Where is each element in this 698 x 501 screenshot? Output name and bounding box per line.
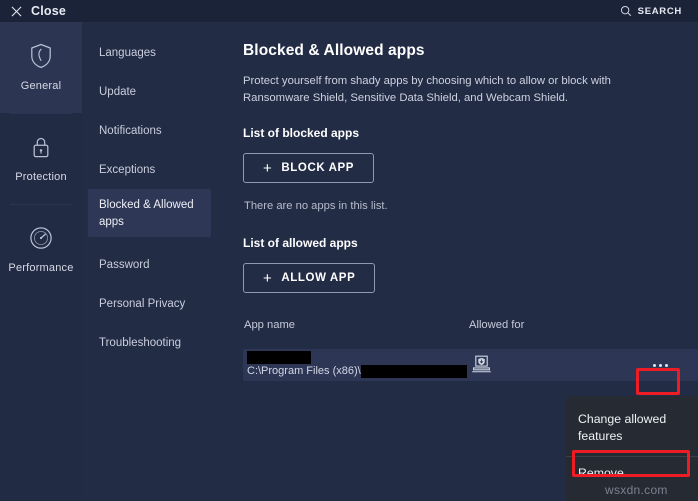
row-overflow-menu-button[interactable] bbox=[640, 353, 680, 377]
gauge-icon bbox=[28, 225, 54, 251]
lock-icon bbox=[28, 134, 54, 160]
allow-app-button[interactable]: + ALLOW APP bbox=[243, 263, 375, 293]
column-header-app-name: App name bbox=[244, 319, 295, 331]
search-icon bbox=[620, 5, 632, 17]
spacer bbox=[243, 293, 698, 319]
app-path: C:\Program Files (x86)\ bbox=[247, 365, 361, 377]
rail-item-performance-label: Performance bbox=[8, 262, 73, 274]
sidebar-item-troubleshooting-label: Troubleshooting bbox=[99, 337, 181, 349]
rail-item-general[interactable]: General bbox=[0, 22, 82, 113]
allow-app-button-label: ALLOW APP bbox=[281, 272, 355, 284]
close-label: Close bbox=[31, 4, 66, 18]
context-menu-item-change-allowed-features[interactable]: Change allowed features bbox=[566, 405, 698, 451]
ellipsis-icon bbox=[665, 364, 668, 367]
shield-icon bbox=[28, 43, 54, 69]
plus-icon: + bbox=[263, 271, 272, 286]
allowed-apps-table-header: App name Allowed for bbox=[243, 319, 698, 339]
sidebar-item-personal-privacy[interactable]: Personal Privacy bbox=[88, 289, 211, 320]
ellipsis-icon bbox=[653, 364, 656, 367]
ellipsis-icon bbox=[659, 364, 662, 367]
context-menu-separator bbox=[566, 456, 698, 457]
titlebar: Close SEARCH bbox=[0, 0, 698, 22]
sidebar-item-notifications[interactable]: Notifications bbox=[88, 116, 211, 147]
primary-nav-rail: General Protection Performance bbox=[0, 22, 82, 501]
page-title: Blocked & Allowed apps bbox=[243, 42, 698, 60]
webcam-shield-icon bbox=[471, 355, 492, 374]
watermark: wsxdn.com bbox=[605, 483, 668, 497]
table-row[interactable]: C:\Program Files (x86)\ bbox=[243, 349, 698, 381]
search-label: SEARCH bbox=[638, 6, 682, 17]
search-button[interactable]: SEARCH bbox=[620, 0, 682, 22]
allowed-apps-heading: List of allowed apps bbox=[243, 236, 698, 250]
block-app-button-label: BLOCK APP bbox=[281, 162, 354, 174]
rail-item-protection-label: Protection bbox=[15, 171, 67, 183]
avast-settings-window: Close SEARCH General Prote bbox=[0, 0, 698, 501]
sidebar-item-blocked-allowed-apps-label: Blocked & Allowed apps bbox=[99, 199, 194, 228]
block-app-button[interactable]: + BLOCK APP bbox=[243, 153, 374, 183]
rail-item-general-label: General bbox=[21, 80, 62, 92]
sidebar-item-blocked-allowed-apps[interactable]: Blocked & Allowed apps bbox=[88, 189, 211, 237]
sidebar-item-exceptions[interactable]: Exceptions bbox=[88, 155, 211, 186]
sidebar-item-notifications-label: Notifications bbox=[99, 125, 162, 137]
column-header-allowed-for: Allowed for bbox=[469, 319, 524, 331]
redacted-app-path bbox=[361, 365, 467, 378]
sidebar-item-password[interactable]: Password bbox=[88, 250, 211, 281]
sidebar-item-languages-label: Languages bbox=[99, 47, 156, 59]
blocked-apps-heading: List of blocked apps bbox=[243, 126, 698, 140]
redacted-app-name bbox=[247, 351, 311, 364]
blocked-apps-empty-text: There are no apps in this list. bbox=[244, 200, 698, 212]
plus-icon: + bbox=[263, 161, 272, 176]
close-x-icon bbox=[11, 6, 22, 17]
sidebar-item-update[interactable]: Update bbox=[88, 77, 211, 108]
sidebar-item-languages[interactable]: Languages bbox=[88, 38, 211, 69]
secondary-nav: Languages Update Notifications Exception… bbox=[82, 22, 238, 501]
page-description: Protect yourself from shady apps by choo… bbox=[243, 73, 615, 106]
sidebar-item-password-label: Password bbox=[99, 259, 150, 271]
sidebar-item-personal-privacy-label: Personal Privacy bbox=[99, 298, 185, 310]
sidebar-item-update-label: Update bbox=[99, 86, 136, 98]
rail-item-performance[interactable]: Performance bbox=[0, 204, 82, 295]
rail-item-protection[interactable]: Protection bbox=[0, 113, 82, 204]
sidebar-item-exceptions-label: Exceptions bbox=[99, 164, 155, 176]
close-button[interactable]: Close bbox=[11, 4, 66, 18]
sidebar-item-troubleshooting[interactable]: Troubleshooting bbox=[88, 328, 211, 359]
